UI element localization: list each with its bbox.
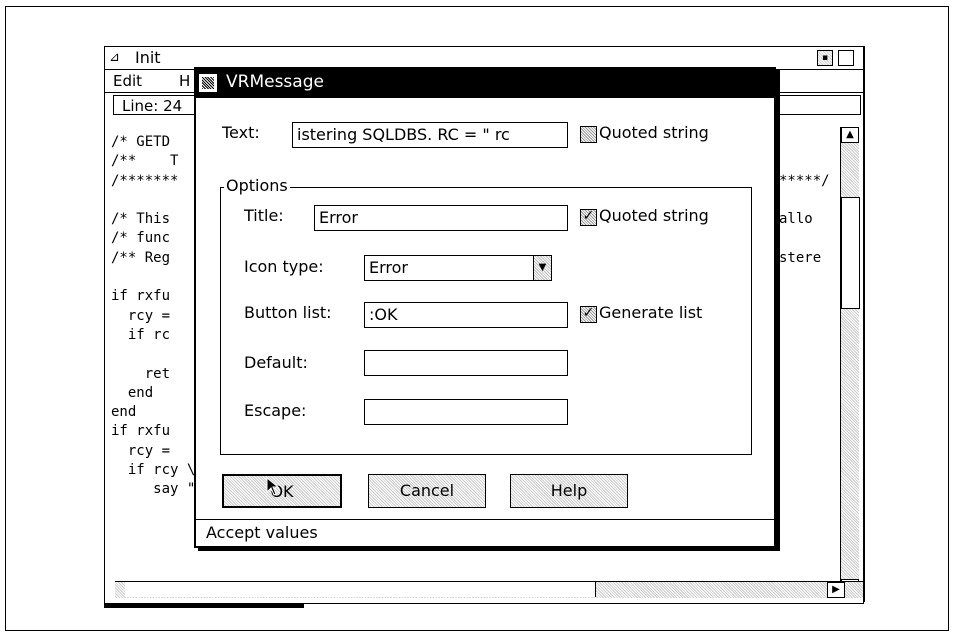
text-label: Text: bbox=[222, 123, 260, 142]
text-quoted-label: Quoted string bbox=[599, 123, 709, 142]
dialog-status-bar: Accept values bbox=[196, 519, 774, 546]
dialog-shadow bbox=[198, 548, 780, 551]
text-quoted-checkbox[interactable] bbox=[580, 126, 597, 143]
button-list-label: Button list: bbox=[244, 303, 332, 322]
default-input[interactable] bbox=[364, 350, 568, 376]
editor-title: Init bbox=[135, 48, 161, 67]
escape-input[interactable] bbox=[364, 399, 568, 425]
icon-type-label: Icon type: bbox=[244, 257, 324, 276]
dialog-shadow bbox=[776, 70, 780, 550]
vertical-scrollbar[interactable]: ▲ ▼ bbox=[840, 127, 860, 597]
escape-label: Escape: bbox=[244, 401, 307, 420]
icon-type-value: Error bbox=[369, 258, 408, 277]
title-quoted-checkbox[interactable]: ✓ bbox=[580, 209, 597, 226]
menu-edit[interactable]: Edit bbox=[113, 72, 142, 90]
scroll-thumb[interactable] bbox=[841, 197, 860, 309]
scroll-right-icon[interactable]: ▶ bbox=[827, 582, 845, 598]
scroll-up-icon[interactable]: ▲ bbox=[841, 127, 859, 143]
minimize-button[interactable]: ▪ bbox=[817, 50, 833, 66]
help-button[interactable]: Help bbox=[510, 474, 628, 508]
title-label: Title: bbox=[244, 206, 284, 225]
dialog-title: VRMessage bbox=[226, 72, 324, 92]
dialog-system-menu-icon[interactable] bbox=[199, 74, 217, 92]
hscroll-thumb[interactable] bbox=[125, 582, 596, 597]
vrmessage-dialog: VRMessage Text: istering SQLDBS. RC = " … bbox=[194, 67, 776, 548]
generate-list-checkbox[interactable]: ✓ bbox=[580, 306, 597, 323]
cancel-button[interactable]: Cancel bbox=[368, 474, 486, 508]
generate-list-label: Generate list bbox=[599, 303, 703, 322]
icon-type-dropdown[interactable]: Error ▼ bbox=[364, 255, 552, 281]
dialog-titlebar: VRMessage bbox=[196, 69, 774, 98]
title-input[interactable]: Error bbox=[314, 205, 568, 231]
system-menu-icon[interactable]: ⊿ bbox=[109, 50, 125, 65]
dropdown-arrow-icon[interactable]: ▼ bbox=[533, 256, 551, 280]
options-label: Options bbox=[224, 176, 290, 195]
horizontal-scrollbar[interactable]: ▶ bbox=[115, 581, 863, 598]
default-label: Default: bbox=[244, 353, 308, 372]
menu-help[interactable]: H bbox=[179, 72, 190, 90]
mouse-pointer-icon bbox=[266, 477, 280, 496]
title-quoted-label: Quoted string bbox=[599, 206, 709, 225]
maximize-button[interactable] bbox=[838, 50, 854, 66]
button-list-input[interactable]: :OK bbox=[364, 302, 568, 328]
text-input[interactable]: istering SQLDBS. RC = " rc bbox=[292, 122, 568, 148]
code-text-right: *****/ allo stere bbox=[779, 172, 830, 266]
ok-button[interactable]: OK bbox=[222, 474, 342, 508]
